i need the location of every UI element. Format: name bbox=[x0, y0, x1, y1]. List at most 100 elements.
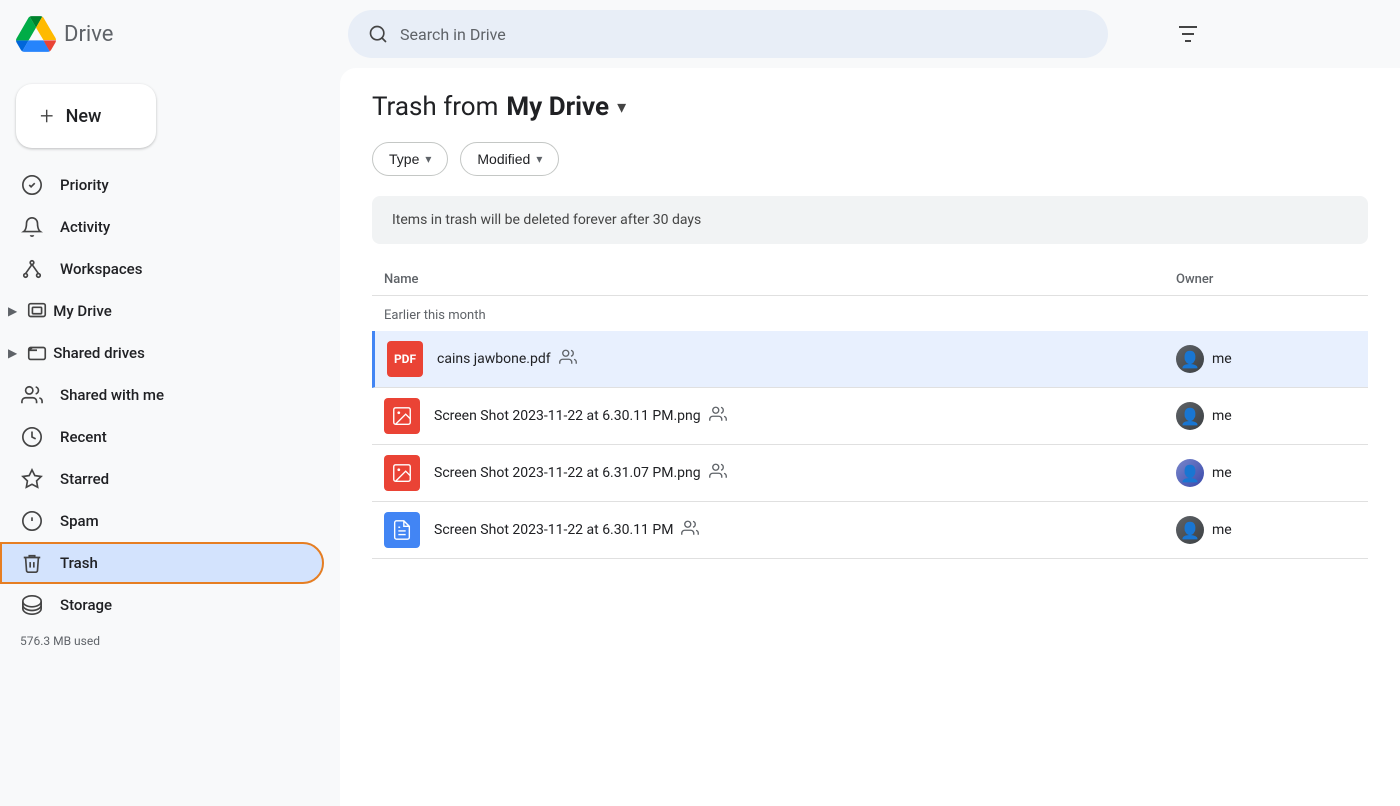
modified-filter-arrow: ▾ bbox=[536, 152, 542, 166]
file-name: cains jawbone.pdf bbox=[437, 351, 551, 367]
storage-icon bbox=[20, 594, 44, 616]
spam-icon bbox=[20, 510, 44, 532]
owner-name: me bbox=[1212, 408, 1232, 424]
new-button[interactable]: + New bbox=[16, 84, 156, 148]
shared-drives-icon bbox=[25, 342, 49, 364]
file-name-area: Screen Shot 2023-11-22 at 6.30.11 PM bbox=[434, 519, 1176, 541]
file-icon-image bbox=[384, 455, 420, 491]
sidebar-item-activity[interactable]: Activity bbox=[0, 206, 324, 248]
avatar: 👤 bbox=[1176, 402, 1204, 430]
sidebar-item-label-activity: Activity bbox=[60, 218, 110, 236]
file-icon-image bbox=[384, 398, 420, 434]
content-area: Trash from My Drive ▾ Type ▾ Modified ▾ … bbox=[340, 68, 1400, 806]
sidebar-item-label-my-drive: My Drive bbox=[53, 302, 112, 320]
drive-logo-icon bbox=[16, 14, 56, 54]
filter-options-icon[interactable] bbox=[1176, 22, 1200, 46]
sidebar-item-my-drive[interactable]: ▶ My Drive bbox=[0, 290, 324, 332]
sidebar-item-label-shared-drives: Shared drives bbox=[53, 344, 145, 362]
search-bar[interactable]: Search in Drive bbox=[348, 10, 1108, 58]
recent-icon bbox=[20, 426, 44, 448]
sidebar-item-trash[interactable]: Trash bbox=[0, 542, 324, 584]
table-row[interactable]: Screen Shot 2023-11-22 at 6.31.07 PM.png… bbox=[372, 445, 1368, 502]
file-icon-pdf: PDF bbox=[387, 341, 423, 377]
trash-notice-text: Items in trash will be deleted forever a… bbox=[392, 212, 701, 228]
trash-icon bbox=[20, 552, 44, 574]
type-filter-arrow: ▾ bbox=[425, 152, 431, 166]
type-filter-button[interactable]: Type ▾ bbox=[372, 142, 448, 176]
col-header-owner: Owner bbox=[1176, 272, 1356, 287]
file-name-area: Screen Shot 2023-11-22 at 6.30.11 PM.png bbox=[434, 405, 1176, 427]
owner-area: 👤 me bbox=[1176, 459, 1356, 487]
file-name-area: cains jawbone.pdf bbox=[437, 348, 1176, 370]
shared-icon bbox=[709, 462, 727, 484]
expand-arrow-my-drive: ▶ bbox=[8, 304, 17, 318]
app-name: Drive bbox=[64, 22, 113, 47]
search-icon bbox=[368, 24, 388, 44]
sidebar-item-label-storage: Storage bbox=[60, 596, 112, 614]
owner-name: me bbox=[1212, 465, 1232, 481]
type-filter-label: Type bbox=[389, 151, 419, 167]
expand-arrow-shared-drives: ▶ bbox=[8, 346, 17, 360]
sidebar-item-starred[interactable]: Starred bbox=[0, 458, 324, 500]
workspaces-icon bbox=[20, 258, 44, 280]
filters-row: Type ▾ Modified ▾ bbox=[372, 142, 1368, 176]
sidebar-item-storage[interactable]: Storage bbox=[0, 584, 324, 626]
table-row[interactable]: Screen Shot 2023-11-22 at 6.30.11 PM.png… bbox=[372, 388, 1368, 445]
my-drive-icon bbox=[25, 300, 49, 322]
avatar: 👤 bbox=[1176, 459, 1204, 487]
shared-with-me-icon bbox=[20, 384, 44, 406]
col-header-name: Name bbox=[384, 272, 1176, 287]
topbar-right bbox=[1120, 22, 1200, 46]
drive-selector-dropdown[interactable]: ▾ bbox=[617, 97, 626, 118]
owner-area: 👤 me bbox=[1176, 516, 1356, 544]
storage-used: 576.3 MB used bbox=[20, 634, 320, 648]
owner-area: 👤 me bbox=[1176, 345, 1356, 373]
sidebar-item-spam[interactable]: Spam bbox=[0, 500, 324, 542]
search-placeholder: Search in Drive bbox=[400, 25, 1088, 44]
file-name: Screen Shot 2023-11-22 at 6.31.07 PM.png bbox=[434, 465, 701, 481]
priority-icon bbox=[20, 174, 44, 196]
main-layout: + New Priority Activity bbox=[0, 68, 1400, 806]
page-title-prefix: Trash from bbox=[372, 92, 498, 122]
sidebar-item-label-spam: Spam bbox=[60, 512, 99, 530]
activity-icon bbox=[20, 216, 44, 238]
file-name: Screen Shot 2023-11-22 at 6.30.11 PM.png bbox=[434, 408, 701, 424]
plus-icon: + bbox=[40, 102, 54, 130]
logo-area: Drive bbox=[16, 14, 336, 54]
sidebar-item-priority[interactable]: Priority bbox=[0, 164, 324, 206]
shared-icon bbox=[709, 405, 727, 427]
file-name-area: Screen Shot 2023-11-22 at 6.31.07 PM.png bbox=[434, 462, 1176, 484]
file-name: Screen Shot 2023-11-22 at 6.30.11 PM bbox=[434, 522, 673, 538]
owner-area: 👤 me bbox=[1176, 402, 1356, 430]
avatar: 👤 bbox=[1176, 345, 1204, 373]
sidebar-item-label-recent: Recent bbox=[60, 428, 107, 446]
trash-notice: Items in trash will be deleted forever a… bbox=[372, 196, 1368, 244]
owner-name: me bbox=[1212, 351, 1232, 367]
page-header: Trash from My Drive ▾ bbox=[372, 92, 1368, 122]
starred-icon bbox=[20, 468, 44, 490]
sidebar-item-label-starred: Starred bbox=[60, 470, 109, 488]
table-row[interactable]: PDF cains jawbone.pdf 👤 bbox=[372, 331, 1368, 388]
shared-icon bbox=[559, 348, 577, 370]
sidebar-item-shared-drives[interactable]: ▶ Shared drives bbox=[0, 332, 324, 374]
section-label-earlier: Earlier this month bbox=[372, 296, 1368, 331]
sidebar-item-recent[interactable]: Recent bbox=[0, 416, 324, 458]
page-title-drive: My Drive bbox=[506, 92, 609, 122]
avatar: 👤 bbox=[1176, 516, 1204, 544]
modified-filter-label: Modified bbox=[477, 151, 530, 167]
sidebar: + New Priority Activity bbox=[0, 68, 340, 806]
sidebar-item-label-shared-with-me: Shared with me bbox=[60, 386, 164, 404]
shared-icon bbox=[681, 519, 699, 541]
modified-filter-button[interactable]: Modified ▾ bbox=[460, 142, 559, 176]
topbar: Drive Search in Drive bbox=[0, 0, 1400, 68]
sidebar-item-label-workspaces: Workspaces bbox=[60, 260, 142, 278]
sidebar-item-label-priority: Priority bbox=[60, 176, 109, 194]
file-list-header: Name Owner bbox=[372, 264, 1368, 296]
sidebar-item-label-trash: Trash bbox=[60, 554, 98, 572]
file-icon-doc bbox=[384, 512, 420, 548]
table-row[interactable]: Screen Shot 2023-11-22 at 6.30.11 PM 👤 m… bbox=[372, 502, 1368, 559]
new-button-label: New bbox=[66, 106, 102, 127]
owner-name: me bbox=[1212, 522, 1232, 538]
sidebar-item-shared-with-me[interactable]: Shared with me bbox=[0, 374, 324, 416]
sidebar-item-workspaces[interactable]: Workspaces bbox=[0, 248, 324, 290]
